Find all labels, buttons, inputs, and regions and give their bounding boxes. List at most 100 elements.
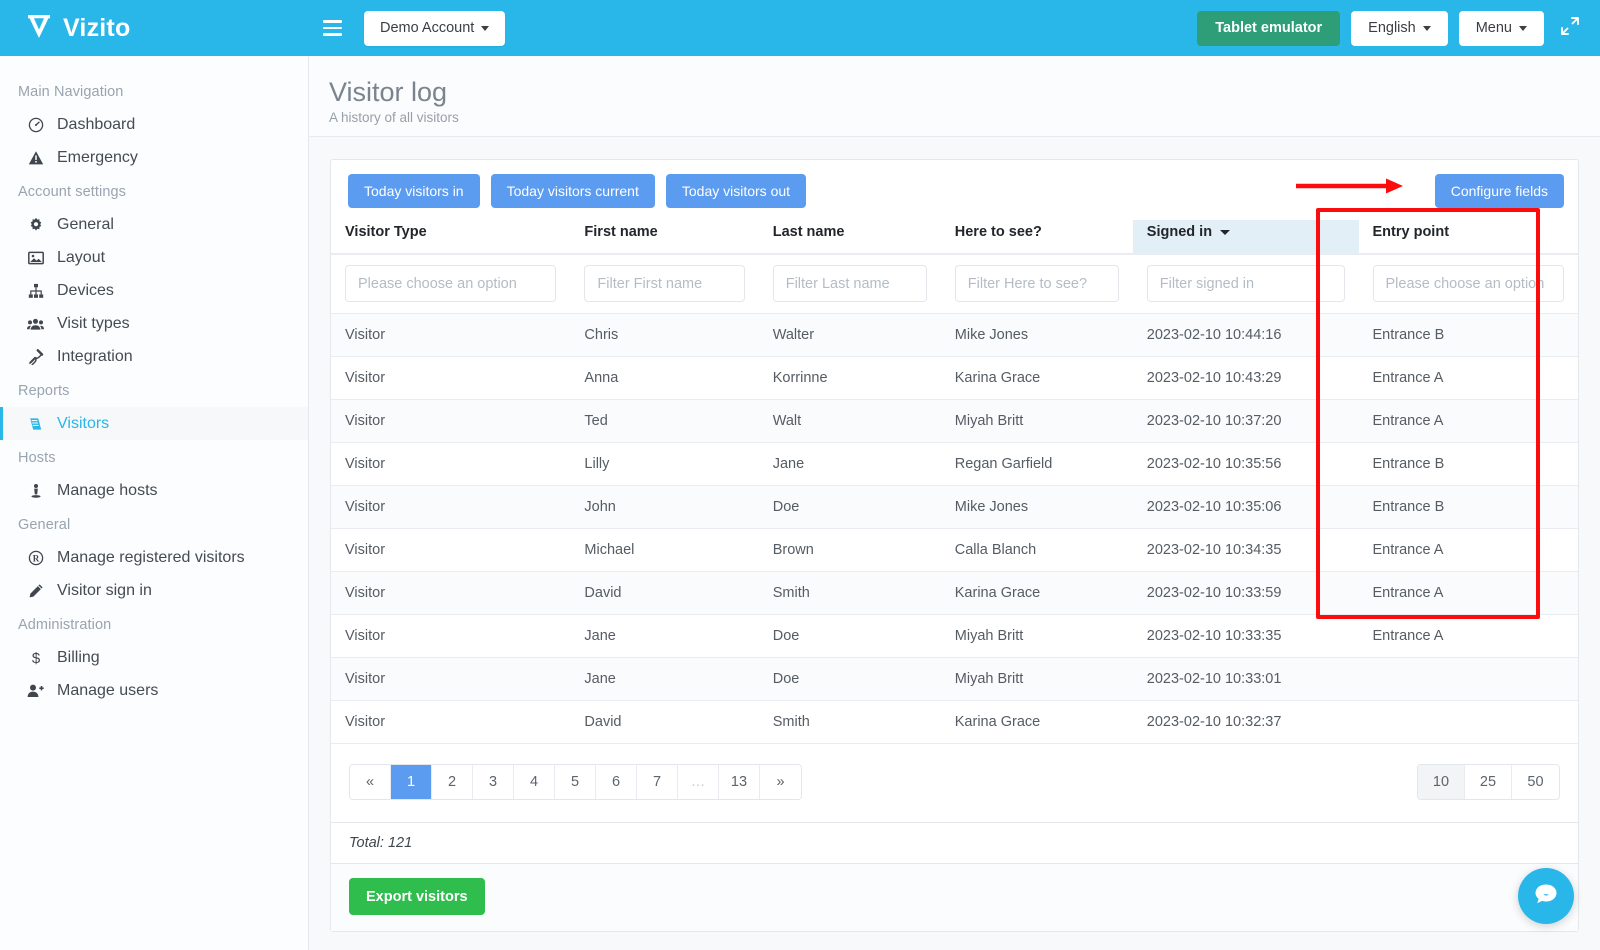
- column-header-visitor-type[interactable]: Visitor Type: [331, 220, 570, 254]
- table-cell-here-to-see: Mike Jones: [941, 314, 1133, 357]
- table-row[interactable]: VisitorDavidSmithKarina Grace2023-02-10 …: [331, 701, 1578, 744]
- page-size-button-25[interactable]: 25: [1465, 765, 1512, 799]
- pagination-page-button-6[interactable]: 6: [596, 765, 637, 799]
- sidebar-item-manage-registered-visitors[interactable]: R Manage registered visitors: [0, 541, 308, 574]
- sidebar-item-devices[interactable]: Devices: [0, 274, 308, 307]
- table-cell-last-name: Smith: [759, 572, 941, 615]
- table-cell-entry-point: [1359, 701, 1579, 744]
- brand-logo-area[interactable]: Vizito: [0, 0, 309, 56]
- table-row[interactable]: VisitorAnnaKorrinneKarina Grace2023-02-1…: [331, 357, 1578, 400]
- pagination-page-button-2[interactable]: 2: [432, 765, 473, 799]
- filter-input-last-name[interactable]: [773, 265, 927, 302]
- table-row[interactable]: VisitorMichaelBrownCalla Blanch2023-02-1…: [331, 529, 1578, 572]
- table-row[interactable]: VisitorJohnDoeMike Jones2023-02-10 10:35…: [331, 486, 1578, 529]
- sidebar-item-general[interactable]: General: [0, 208, 308, 241]
- table-cell-entry-point: [1359, 658, 1579, 701]
- pagination-page-button-7[interactable]: 7: [637, 765, 678, 799]
- table-row[interactable]: VisitorJaneDoeMiyah Britt2023-02-10 10:3…: [331, 615, 1578, 658]
- today-visitors-out-button[interactable]: Today visitors out: [666, 174, 806, 208]
- sidebar-item-dashboard[interactable]: Dashboard: [0, 108, 308, 141]
- table-cell-here-to-see: Mike Jones: [941, 486, 1133, 529]
- filter-input-visitor-type[interactable]: [345, 265, 556, 302]
- today-visitors-in-button[interactable]: Today visitors in: [348, 174, 480, 208]
- panel-footer: Export visitors: [331, 863, 1578, 931]
- table-cell-visitor-type: Visitor: [331, 357, 570, 400]
- filter-input-here-to-see[interactable]: [955, 265, 1119, 302]
- page-size-button-10[interactable]: 10: [1418, 765, 1465, 799]
- pagination-page-button-5[interactable]: 5: [555, 765, 596, 799]
- table-cell-last-name: Brown: [759, 529, 941, 572]
- column-header-last-name[interactable]: Last name: [759, 220, 941, 254]
- panel-toolbar: Today visitors in Today visitors current…: [331, 160, 1578, 220]
- table-cell-visitor-type: Visitor: [331, 658, 570, 701]
- table-cell-first-name: Jane: [570, 615, 758, 658]
- table-cell-visitor-type: Visitor: [331, 486, 570, 529]
- sidebar-item-visitors[interactable]: Visitors: [0, 407, 308, 440]
- table-row[interactable]: VisitorLillyJaneRegan Garfield2023-02-10…: [331, 443, 1578, 486]
- pagination-ellipsis[interactable]: …: [678, 765, 719, 799]
- sidebar-item-manage-hosts[interactable]: Manage hosts: [0, 474, 308, 507]
- filter-input-entry-point[interactable]: [1373, 265, 1565, 302]
- export-visitors-button[interactable]: Export visitors: [349, 878, 485, 915]
- sidebar-item-label: Billing: [57, 649, 100, 667]
- page-subtitle: A history of all visitors: [329, 110, 1600, 125]
- chat-widget-button[interactable]: [1518, 868, 1574, 924]
- account-selector-button[interactable]: Demo Account: [364, 11, 505, 46]
- expand-arrows-icon[interactable]: [1560, 16, 1580, 40]
- configure-fields-button[interactable]: Configure fields: [1435, 174, 1564, 208]
- table-row[interactable]: VisitorTedWaltMiyah Britt2023-02-10 10:3…: [331, 400, 1578, 443]
- pagination-page-button-1[interactable]: 1: [391, 765, 432, 799]
- table-cell-entry-point: Entrance B: [1359, 314, 1579, 357]
- table-row[interactable]: VisitorJaneDoeMiyah Britt2023-02-10 10:3…: [331, 658, 1578, 701]
- table-cell-visitor-type: Visitor: [331, 443, 570, 486]
- sidebar-item-manage-users[interactable]: Manage users: [0, 674, 308, 707]
- column-header-entry-point[interactable]: Entry point: [1359, 220, 1579, 254]
- chevron-down-icon: [1423, 26, 1431, 31]
- column-header-here-to-see[interactable]: Here to see?: [941, 220, 1133, 254]
- sitemap-icon: [25, 283, 46, 299]
- pagination-next-button[interactable]: »: [760, 765, 801, 799]
- table-row[interactable]: VisitorChrisWalterMike Jones2023-02-10 1…: [331, 314, 1578, 357]
- pagination-page-button-3[interactable]: 3: [473, 765, 514, 799]
- filter-input-signed-in[interactable]: [1147, 265, 1345, 302]
- sidebar-item-visitor-sign-in[interactable]: Visitor sign in: [0, 574, 308, 607]
- sidebar-item-label: Visit types: [57, 315, 130, 333]
- sidebar-item-label: General: [57, 216, 114, 234]
- sidebar-item-label: Manage hosts: [57, 482, 158, 500]
- table-cell-first-name: Michael: [570, 529, 758, 572]
- language-selector-button[interactable]: English: [1351, 11, 1448, 46]
- pagination-page-button-13[interactable]: 13: [719, 765, 760, 799]
- column-header-signed-in[interactable]: Signed in: [1133, 220, 1359, 254]
- sidebar-item-label: Visitors: [57, 415, 109, 433]
- sidebar-item-visit-types[interactable]: Visit types: [0, 307, 308, 340]
- table-cell-first-name: Lilly: [570, 443, 758, 486]
- sidebar-item-label: Integration: [57, 348, 133, 366]
- hamburger-icon[interactable]: [323, 13, 353, 43]
- filter-input-first-name[interactable]: [584, 265, 744, 302]
- pagination-prev-button[interactable]: «: [350, 765, 391, 799]
- pagination-page-button-4[interactable]: 4: [514, 765, 555, 799]
- sidebar-item-emergency[interactable]: Emergency: [0, 141, 308, 174]
- menu-button[interactable]: Menu: [1459, 11, 1544, 46]
- table-cell-first-name: Anna: [570, 357, 758, 400]
- table-cell-here-to-see: Miyah Britt: [941, 615, 1133, 658]
- today-visitors-current-button[interactable]: Today visitors current: [491, 174, 655, 208]
- filter-cell-signed-in: [1133, 254, 1359, 314]
- table-cell-signed-in: 2023-02-10 10:33:59: [1133, 572, 1359, 615]
- tablet-emulator-button[interactable]: Tablet emulator: [1197, 11, 1340, 46]
- page-size-button-50[interactable]: 50: [1512, 765, 1559, 799]
- table-cell-entry-point: Entrance A: [1359, 357, 1579, 400]
- sidebar-item-integration[interactable]: Integration: [0, 340, 308, 373]
- table-row[interactable]: VisitorDavidSmithKarina Grace2023-02-10 …: [331, 572, 1578, 615]
- table-cell-first-name: David: [570, 701, 758, 744]
- table-cell-entry-point: Entrance B: [1359, 443, 1579, 486]
- sidebar-item-layout[interactable]: Layout: [0, 241, 308, 274]
- vizito-check-logo-icon: [24, 11, 54, 46]
- table-cell-last-name: Doe: [759, 658, 941, 701]
- sidebar-item-billing[interactable]: $ Billing: [0, 641, 308, 674]
- filter-cell-entry-point: [1359, 254, 1579, 314]
- table-cell-first-name: Ted: [570, 400, 758, 443]
- table-cell-signed-in: 2023-02-10 10:43:29: [1133, 357, 1359, 400]
- column-header-first-name[interactable]: First name: [570, 220, 758, 254]
- table-cell-visitor-type: Visitor: [331, 701, 570, 744]
